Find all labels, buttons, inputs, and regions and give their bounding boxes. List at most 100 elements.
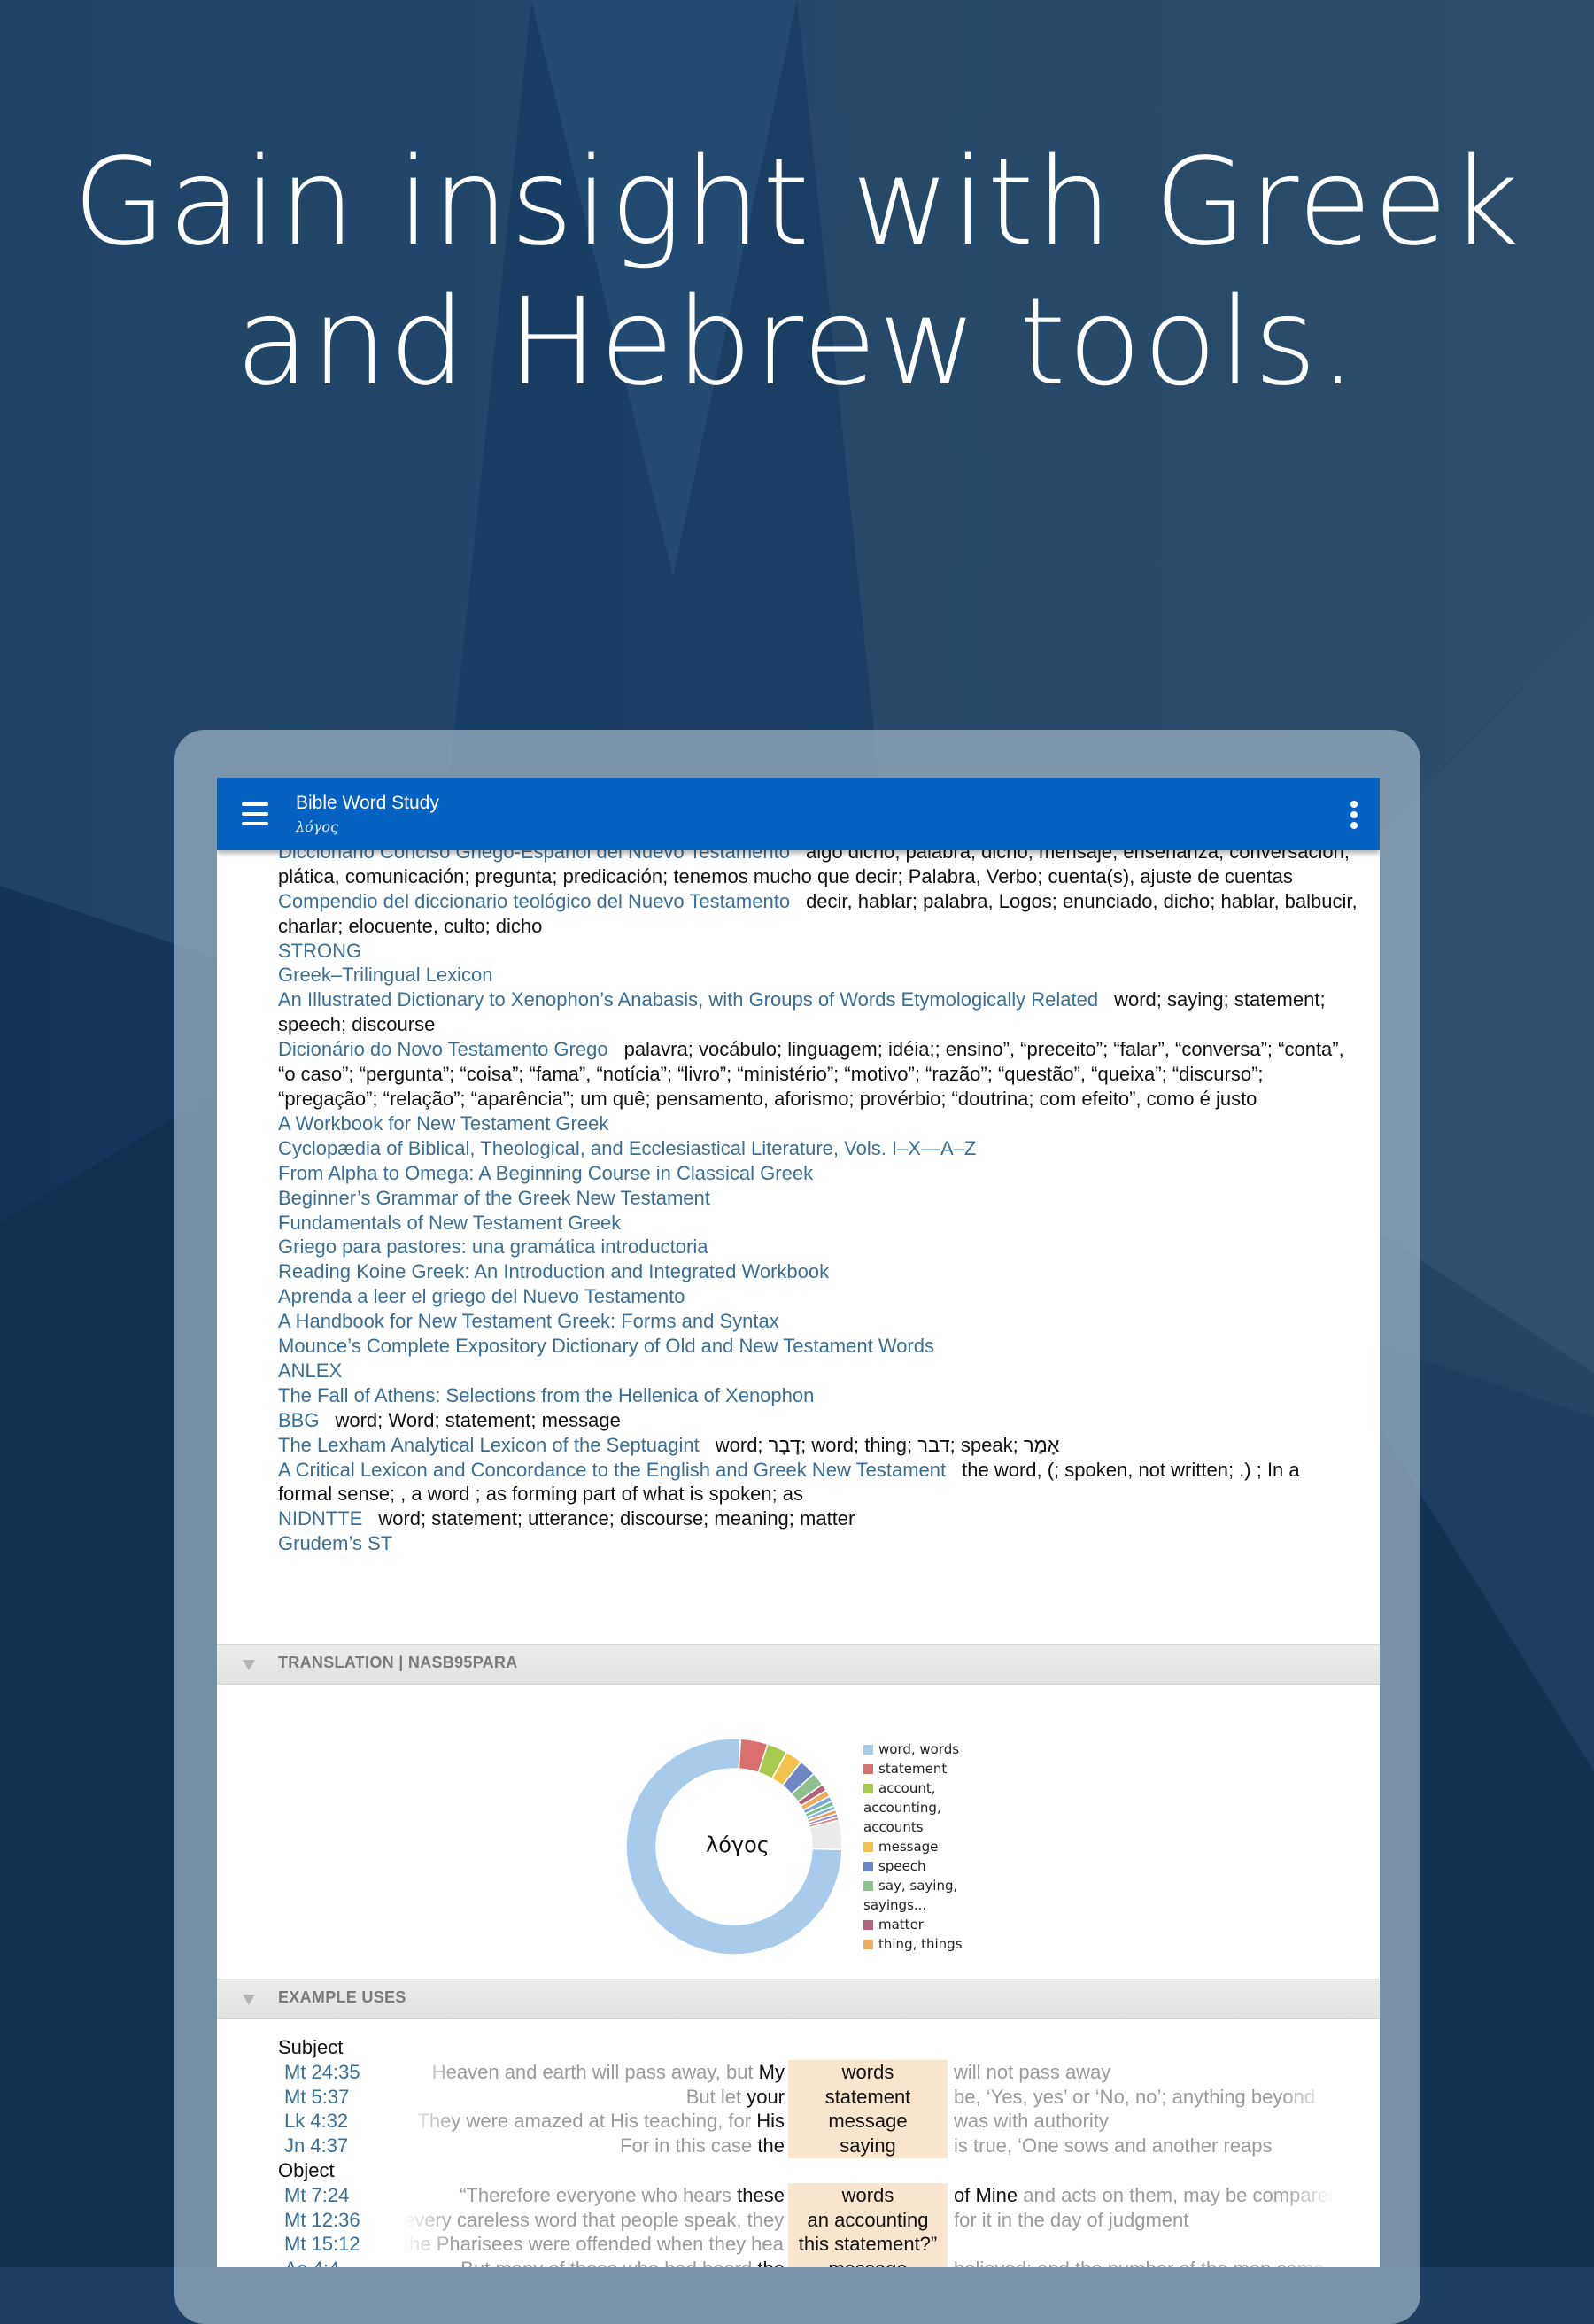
legend-swatch [863, 1862, 873, 1871]
legend-swatch [863, 1842, 873, 1852]
context-before-text: But many of those who had heard [460, 2258, 757, 2267]
highlighted-translation: message [788, 2257, 948, 2267]
highlighted-translation: saying [788, 2134, 948, 2158]
context-before-text: For in this case [620, 2134, 758, 2157]
context-after-key: of Mine [954, 2183, 1018, 2206]
example-row: Mt 7:24 “Therefore everyone who hears the… [217, 2182, 1380, 2208]
context-before-key: My [758, 2060, 785, 2083]
verse-reference-link[interactable]: Lk 4:32 [284, 2109, 348, 2134]
example-row: Mt 15:12 the Pharisees were offended when… [217, 2232, 1380, 2258]
context-before-key: His [756, 2110, 785, 2133]
example-row: Mt 5:37 But let your statement be, ‘Yes, ye… [217, 2084, 1380, 2110]
verse-reference-link[interactable]: Mt 7:24 [284, 2183, 349, 2208]
example-row: Lk 4:32 They were amazed at His teaching,… [217, 2109, 1380, 2134]
example-group-label: Object [278, 2159, 335, 2181]
context-after-text: for it in the day of judgment [954, 2208, 1189, 2231]
highlighted-translation: words [788, 2182, 948, 2208]
legend-item: matter [863, 1915, 970, 1934]
context-before-text: every careless word that people speak, t… [404, 2208, 785, 2231]
verse-reference-link[interactable]: Mt 5:37 [284, 2085, 349, 2110]
legend-swatch [863, 1940, 873, 1949]
example-row: Ac 4:4 But many of those who had heard th… [217, 2257, 1380, 2267]
app-screen: eloquent, cultured; irrational, without … [217, 778, 1380, 2267]
example-row: Mt 24:35 Heaven and earth will pass away,… [217, 2059, 1380, 2085]
highlighted-translation: this statement?” [788, 2232, 948, 2258]
context-after-text: and acts on them, may be compared [1018, 2183, 1335, 2206]
context-before: Heaven and earth will pass away, but My [404, 2060, 785, 2085]
verse-reference-link[interactable]: Mt 15:12 [284, 2232, 360, 2257]
context-after-text: be, ‘Yes, yes’ or ‘No, no’; anything bey… [954, 2085, 1316, 2108]
example-row: Jn 4:37 For in this case the saying is true… [217, 2134, 1380, 2158]
context-after: will not pass away [954, 2060, 1335, 2085]
context-before: But many of those who had heard the [404, 2257, 785, 2267]
context-before-text: the Pharisees were offended when they he… [404, 2233, 785, 2256]
legend-label: speech [878, 1858, 926, 1874]
legend-item: message [863, 1837, 970, 1856]
legend-item: thing, things [863, 1934, 970, 1954]
context-before-text: Heaven and earth will pass away, but [431, 2060, 759, 2083]
legend-label: message [878, 1839, 939, 1855]
highlighted-translation: an accounting [788, 2207, 948, 2233]
verse-reference-link[interactable]: Ac 4:4 [284, 2257, 339, 2267]
context-after: of Mine and acts on them, may be compare… [954, 2183, 1335, 2208]
context-after-text: will not pass away [954, 2060, 1111, 2083]
headline-line-1: Gain insight with Greek [73, 133, 1521, 273]
context-before-text: They were amazed at His teaching, for [417, 2110, 757, 2133]
headline: Gain insight with Greek and Hebrew tools… [0, 133, 1594, 413]
context-after-text: was with authority [954, 2110, 1109, 2133]
verse-reference-link[interactable]: Jn 4:37 [284, 2134, 348, 2158]
triangle-down-icon [243, 1995, 255, 2005]
app-bar: Bible Word Study λόγος [217, 778, 1380, 850]
translation-donut-chart [625, 1738, 843, 1956]
context-before-key: the [757, 2258, 785, 2267]
context-before: But let your [404, 2085, 785, 2110]
chart-center-label: λόγος [706, 1832, 770, 1857]
legend-swatch [863, 1745, 873, 1755]
context-after-text: believed; and the number of the men came [954, 2258, 1324, 2267]
context-before: “Therefore everyone who hears these [404, 2183, 785, 2208]
context-before-key: the [757, 2134, 785, 2157]
legend-item: statement [863, 1759, 970, 1778]
context-before-key: your [747, 2085, 785, 2108]
hamburger-menu-icon[interactable] [242, 802, 268, 825]
verse-reference-link[interactable]: Mt 12:36 [284, 2208, 360, 2233]
legend-swatch [863, 1764, 873, 1774]
app-subtitle: λόγος [296, 818, 338, 835]
context-after: believed; and the number of the men came [954, 2257, 1335, 2267]
context-before-text: “Therefore everyone who hears [460, 2183, 738, 2206]
legend-swatch [863, 1784, 873, 1793]
highlighted-translation: message [788, 2109, 948, 2134]
context-after: be, ‘Yes, yes’ or ‘No, no’; anything bey… [954, 2085, 1335, 2110]
legend-label: say, saying, sayings... [863, 1878, 958, 1913]
context-after: for it in the day of judgment [954, 2208, 1335, 2233]
example-uses-section-header[interactable]: EXAMPLE USES [217, 1979, 1380, 2019]
legend-item: say, saying, sayings... [863, 1876, 970, 1915]
headline-line-2: and Hebrew tools. [235, 273, 1359, 413]
legend-label: matter [878, 1917, 924, 1933]
legend-label: account, accounting, accounts [863, 1780, 941, 1835]
app-title: Bible Word Study [296, 793, 439, 813]
context-before-text: But let [685, 2085, 747, 2108]
legend-label: thing, things [878, 1936, 963, 1952]
more-vert-icon[interactable] [1350, 801, 1358, 829]
context-after: is true, ‘One sows and another reaps [954, 2134, 1335, 2158]
legend-swatch [863, 1881, 873, 1891]
legend-item: speech [863, 1856, 970, 1876]
context-before: They were amazed at His teaching, for Hi… [404, 2109, 785, 2134]
legend-label: statement [878, 1761, 948, 1777]
example-group-label: Subject [278, 2036, 344, 2058]
context-after-text: is true, ‘One sows and another reaps [954, 2134, 1273, 2157]
example-uses-section-label: EXAMPLE USES [278, 1988, 406, 2006]
context-before: the Pharisees were offended when they he… [404, 2232, 785, 2257]
highlighted-translation: words [788, 2059, 948, 2085]
context-before: For in this case the [404, 2134, 785, 2158]
chart-legend: word, words statement account, accounting,… [863, 1739, 970, 1954]
legend-item: account, accounting, accounts [863, 1778, 970, 1837]
verse-reference-link[interactable]: Mt 24:35 [284, 2060, 360, 2085]
legend-swatch [863, 1920, 873, 1930]
context-after: was with authority [954, 2109, 1335, 2134]
legend-item: word, words [863, 1739, 970, 1759]
example-row: Mt 12:36 every careless word that people … [217, 2207, 1380, 2233]
context-before: every careless word that people speak, t… [404, 2208, 785, 2233]
legend-label: word, words [878, 1741, 960, 1757]
